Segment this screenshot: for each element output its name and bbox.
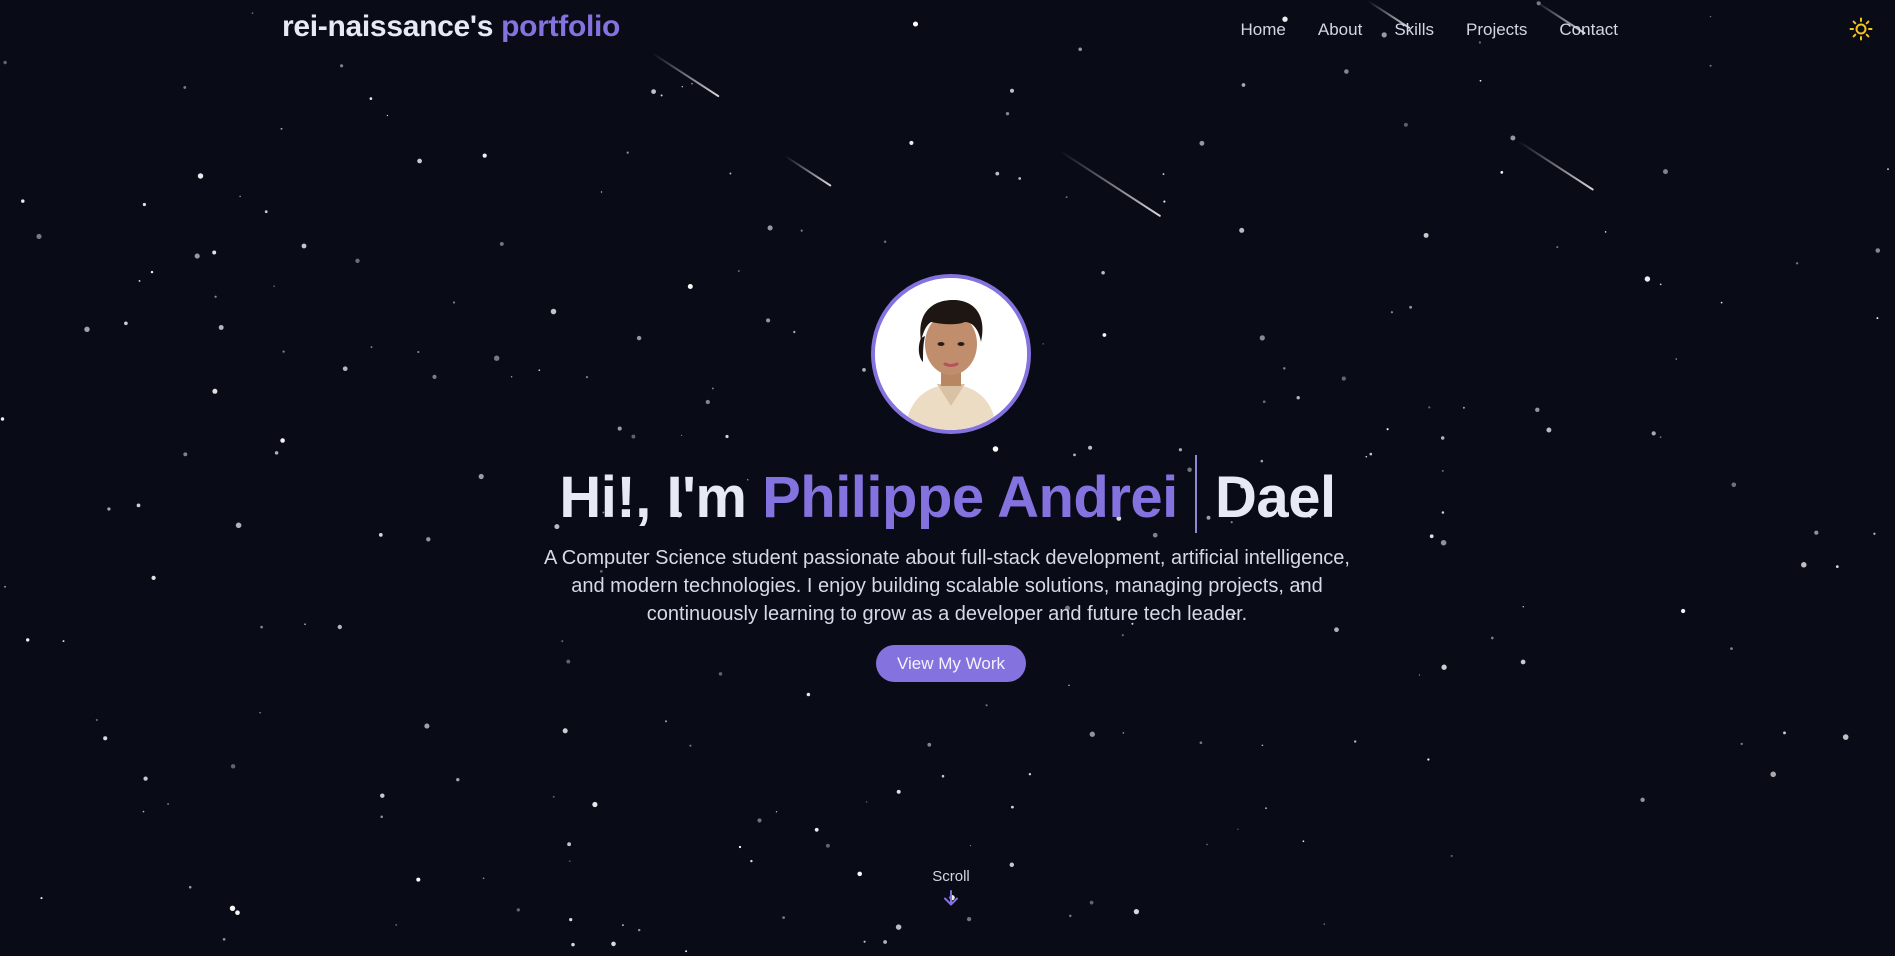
nav-projects[interactable]: Projects xyxy=(1466,20,1527,40)
nav-skills[interactable]: Skills xyxy=(1394,20,1434,40)
nav-about[interactable]: About xyxy=(1318,20,1362,40)
nav-contact[interactable]: Contact xyxy=(1559,20,1618,40)
scroll-indicator[interactable]: Scroll xyxy=(897,868,1005,907)
arrow-down-icon xyxy=(944,890,958,906)
hero-heading: Hi!, I'm Philippe Andrei Dael xyxy=(0,455,1895,533)
sun-icon xyxy=(1849,17,1873,41)
profile-photo xyxy=(875,278,1027,430)
hero-bio: A Computer Science student passionate ab… xyxy=(543,547,1350,625)
scroll-label: Scroll xyxy=(932,868,970,885)
profile-avatar xyxy=(871,274,1031,434)
hero-name-highlight: Philippe Andrei xyxy=(762,465,1178,530)
brand-accent: portfolio xyxy=(501,10,621,43)
nav-home[interactable]: Home xyxy=(1241,20,1286,40)
typing-caret xyxy=(1195,455,1198,533)
hero-name-rest: Dael xyxy=(1215,465,1336,530)
hero-section: Hi!, I'm Philippe Andrei Dael A Computer… xyxy=(0,0,1895,956)
brand-logo[interactable]: rei-naissance's portfolio xyxy=(282,10,620,44)
hero-greeting: Hi!, I'm xyxy=(559,465,747,530)
site-header: rei-naissance's portfolio Home About Ski… xyxy=(0,0,1895,58)
theme-toggle-button[interactable] xyxy=(1848,16,1874,42)
main-nav: Home About Skills Projects Contact xyxy=(1209,20,1618,40)
brand-name: rei-naissance's xyxy=(282,10,494,43)
view-my-work-button[interactable]: View My Work xyxy=(876,645,1026,682)
